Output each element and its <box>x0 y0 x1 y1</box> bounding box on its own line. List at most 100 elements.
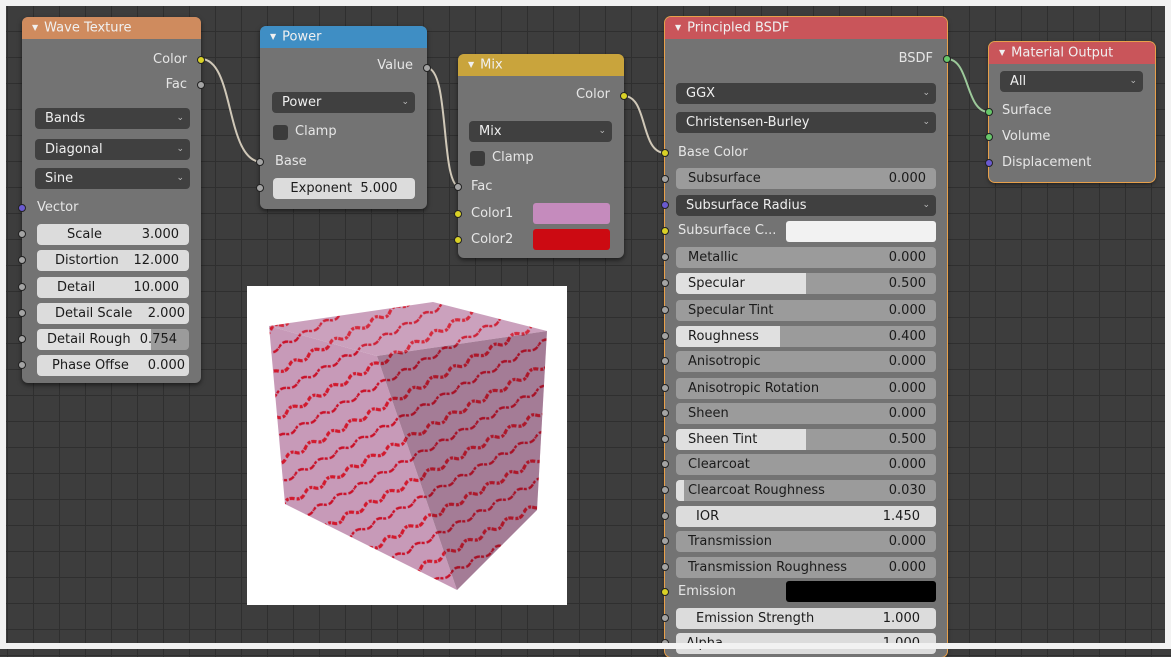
checkbox-box[interactable] <box>273 125 288 140</box>
sheen-tint-field[interactable]: Sheen Tint 0.500 <box>676 429 936 450</box>
detail-input-socket[interactable] <box>18 283 26 291</box>
scale-field[interactable]: Scale 3.000 <box>37 224 189 245</box>
displacement-input-socket[interactable] <box>985 159 993 167</box>
sheen-field[interactable]: Sheen 0.000 <box>676 403 936 424</box>
clamp-checkbox[interactable]: Clamp <box>273 123 337 141</box>
transmission-roughness-input-socket[interactable] <box>661 563 669 571</box>
distribution-dropdown[interactable]: GGX ⌄ <box>676 83 936 104</box>
phase-offset-input-socket[interactable] <box>18 361 26 369</box>
color2-input-socket[interactable] <box>454 236 462 244</box>
collapse-triangle-icon[interactable]: ▼ <box>32 23 38 32</box>
principled-bsdf-node[interactable]: ▼ Principled BSDF BSDF GGX ⌄ Christensen-B… <box>661 17 951 657</box>
detail-roughness-input-socket[interactable] <box>18 335 26 343</box>
target-dropdown[interactable]: All ⌄ <box>1000 71 1143 92</box>
anisotropic-input-socket[interactable] <box>661 357 669 365</box>
color-output-socket[interactable] <box>197 56 205 64</box>
ior-input-socket[interactable] <box>661 512 669 520</box>
transmission-field[interactable]: Transmission 0.000 <box>676 531 936 552</box>
emission-strength-field[interactable]: Emission Strength 1.000 <box>676 608 936 629</box>
color2-swatch[interactable] <box>533 229 610 250</box>
field-value: 0.754 <box>139 332 177 347</box>
bsdf-output-socket[interactable] <box>943 55 951 63</box>
wave-type-dropdown[interactable]: Bands ⌄ <box>35 108 190 129</box>
clearcoat-roughness-input-socket[interactable] <box>661 486 669 494</box>
field-value: 0.000 <box>888 171 926 186</box>
collapse-triangle-icon[interactable]: ▼ <box>468 60 474 69</box>
power-header[interactable]: ▼ Power <box>260 26 427 48</box>
transmission-roughness-field[interactable]: Transmission Roughness 0.000 <box>676 557 936 578</box>
subsurface-field[interactable]: Subsurface 0.000 <box>676 168 936 189</box>
detail-field[interactable]: Detail 10.000 <box>37 277 189 298</box>
subsurface-method-dropdown[interactable]: Christensen-Burley ⌄ <box>676 112 936 133</box>
collapse-triangle-icon[interactable]: ▼ <box>675 23 681 32</box>
specular-field[interactable]: Specular 0.500 <box>676 273 936 294</box>
roughness-field[interactable]: Roughness 0.400 <box>676 326 936 347</box>
clearcoat-field[interactable]: Clearcoat 0.000 <box>676 454 936 475</box>
material-output-header[interactable]: ▼ Material Output <box>989 42 1155 64</box>
fac-output-socket[interactable] <box>197 81 205 89</box>
clamp-checkbox[interactable]: Clamp <box>470 149 534 167</box>
principled-bsdf-header[interactable]: ▼ Principled BSDF <box>665 17 947 39</box>
subsurface-input-socket[interactable] <box>661 175 669 183</box>
value-output-socket[interactable] <box>423 64 431 72</box>
power-math-node[interactable]: ▼ Power Value Power ⌄ Clamp Base Exponent … <box>256 26 431 209</box>
operation-dropdown[interactable]: Power ⌄ <box>272 92 415 113</box>
emission-color-swatch[interactable] <box>786 581 936 602</box>
anisotropic-rotation-field[interactable]: Anisotropic Rotation 0.000 <box>676 378 936 399</box>
color-output-socket[interactable] <box>620 92 628 100</box>
metallic-input-socket[interactable] <box>661 253 669 261</box>
detail-scale-input-socket[interactable] <box>18 309 26 317</box>
checkbox-box[interactable] <box>470 151 485 166</box>
transmission-input-socket[interactable] <box>661 537 669 545</box>
dropdown-value: Bands <box>45 111 86 126</box>
surface-input-socket[interactable] <box>985 108 993 116</box>
base-color-input-socket[interactable] <box>661 149 669 157</box>
wave-texture-header[interactable]: ▼ Wave Texture <box>22 17 201 39</box>
exponent-value: 5.000 <box>360 181 398 196</box>
subsurface-color-input-socket[interactable] <box>661 227 669 235</box>
detail-roughness-field[interactable]: Detail Rough 0.754 <box>37 329 189 350</box>
mix-header[interactable]: ▼ Mix <box>458 54 624 76</box>
volume-input-socket[interactable] <box>985 133 993 141</box>
material-output-node[interactable]: ▼ Material Output All ⌄ Surface Volume Dis… <box>985 42 1155 182</box>
metallic-field[interactable]: Metallic 0.000 <box>676 247 936 268</box>
mix-rgb-node[interactable]: ▼ Mix Color Mix ⌄ Clamp Fac Color1 Color2 <box>454 54 628 258</box>
distortion-field[interactable]: Distortion 12.000 <box>37 250 189 271</box>
collapse-triangle-icon[interactable]: ▼ <box>999 48 1005 57</box>
specular-input-socket[interactable] <box>661 279 669 287</box>
sheen-tint-input-socket[interactable] <box>661 435 669 443</box>
subsurface-radius-field[interactable]: Subsurface Radius ⌄ <box>676 195 936 216</box>
wave-texture-node[interactable]: ▼ Wave Texture Color Fac Bands ⌄ Diagonal ⌄… <box>18 17 205 383</box>
phase-offset-field[interactable]: Phase Offse 0.000 <box>37 355 189 376</box>
color1-input-socket[interactable] <box>454 210 462 218</box>
emission-input-socket[interactable] <box>661 588 669 596</box>
collapse-triangle-icon[interactable]: ▼ <box>270 32 276 41</box>
field-value: 0.000 <box>147 358 185 373</box>
color1-swatch[interactable] <box>533 203 610 224</box>
specular-tint-input-socket[interactable] <box>661 306 669 314</box>
wave-direction-dropdown[interactable]: Diagonal ⌄ <box>35 139 190 160</box>
scale-input-socket[interactable] <box>18 230 26 238</box>
base-input-socket[interactable] <box>256 158 264 166</box>
subsurface-color-swatch[interactable] <box>786 221 936 242</box>
distortion-input-socket[interactable] <box>18 256 26 264</box>
alpha-field[interactable]: Alpha 1.000 <box>676 633 936 654</box>
blend-type-dropdown[interactable]: Mix ⌄ <box>469 121 612 142</box>
specular-tint-field[interactable]: Specular Tint 0.000 <box>676 300 936 321</box>
wave-profile-dropdown[interactable]: Sine ⌄ <box>35 168 190 189</box>
exponent-field[interactable]: Exponent 5.000 <box>273 178 415 199</box>
ior-field[interactable]: IOR 1.450 <box>676 506 936 527</box>
subsurface-radius-input-socket[interactable] <box>661 201 669 209</box>
anisotropic-field[interactable]: Anisotropic 0.000 <box>676 351 936 372</box>
exponent-input-socket[interactable] <box>256 184 264 192</box>
emission-strength-input-socket[interactable] <box>661 614 669 622</box>
detail-scale-field[interactable]: Detail Scale 2.000 <box>37 303 189 324</box>
fac-input-socket[interactable] <box>454 183 462 191</box>
anisotropic-rotation-input-socket[interactable] <box>661 384 669 392</box>
clearcoat-input-socket[interactable] <box>661 460 669 468</box>
alpha-input-socket[interactable] <box>661 639 669 647</box>
sheen-input-socket[interactable] <box>661 409 669 417</box>
roughness-input-socket[interactable] <box>661 332 669 340</box>
clearcoat-roughness-field[interactable]: Clearcoat Roughness 0.030 <box>676 480 936 501</box>
vector-input-socket[interactable] <box>18 204 26 212</box>
